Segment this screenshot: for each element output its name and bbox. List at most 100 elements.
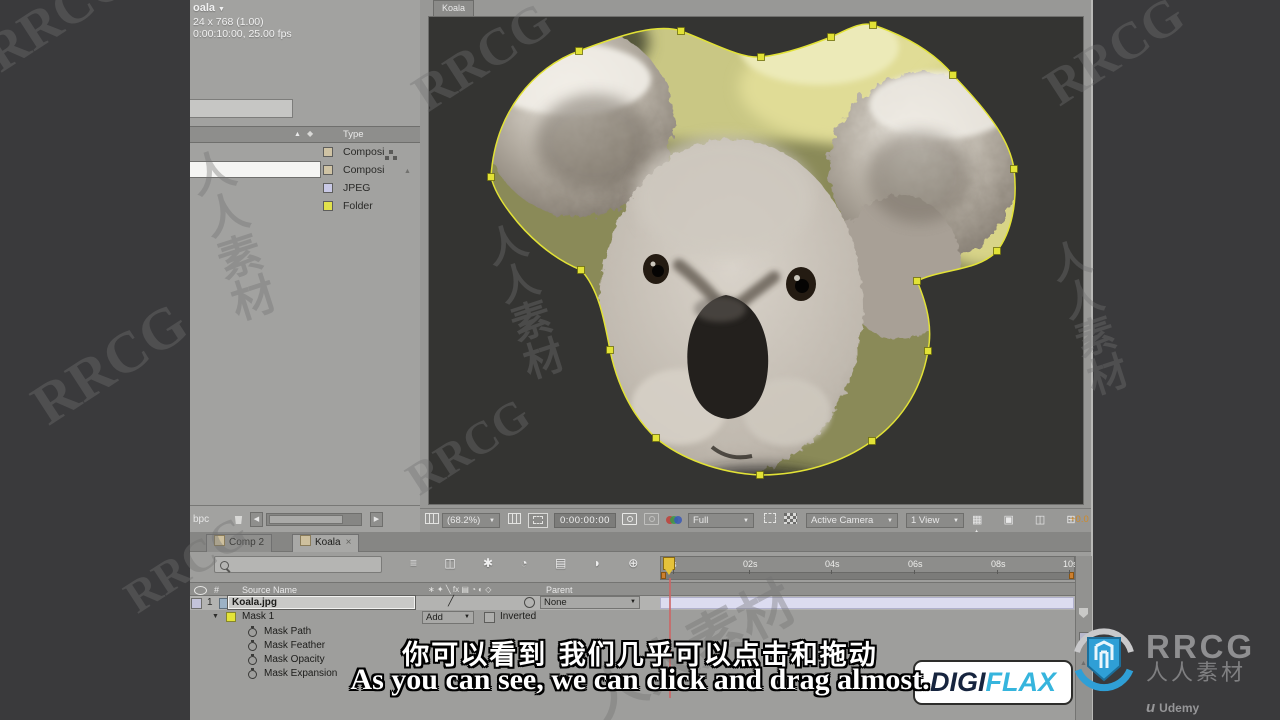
mask-vertex-handle[interactable]: [757, 53, 765, 61]
eye-icon[interactable]: [194, 586, 207, 595]
scroll-right-button[interactable]: ▶: [370, 512, 383, 527]
timeline-tab-koala[interactable]: Koala ×: [292, 534, 360, 552]
source-name-column-header[interactable]: Source Name: [242, 585, 297, 595]
magnification-dropdown[interactable]: (68.2%) ▼: [442, 513, 500, 528]
always-preview-icon[interactable]: [425, 513, 439, 524]
layer-color-swatch[interactable]: [191, 598, 202, 609]
timecode-display[interactable]: 0:00:00:00: [554, 513, 616, 528]
item-type-label: Composi: [343, 146, 385, 158]
work-area-bar[interactable]: [661, 572, 1074, 579]
sort-arrow-icon[interactable]: ▲: [294, 131, 301, 138]
layer-name[interactable]: Koala.jpg: [227, 595, 416, 610]
mask-vertex-handle[interactable]: [949, 71, 957, 79]
project-item-row[interactable]: JPEG: [190, 179, 420, 197]
flowchart-mini-icon[interactable]: [389, 150, 393, 154]
project-footer: bpc ◀ ▶: [190, 505, 420, 533]
parent-pickwhip-icon[interactable]: [524, 597, 535, 608]
transparency-grid-icon[interactable]: [784, 513, 797, 524]
timeline-ruler[interactable]: 0s02s04s06s08s10s: [660, 556, 1078, 580]
mask-vertex-handle[interactable]: [756, 471, 764, 479]
project-list-header[interactable]: ▲ ◆ Type: [190, 126, 420, 143]
grid-guides-icon[interactable]: [508, 513, 521, 524]
timeline-search-input[interactable]: [214, 556, 382, 573]
trash-icon[interactable]: [234, 516, 243, 524]
bpc-label[interactable]: bpc: [193, 514, 209, 525]
project-scroll-up-icon[interactable]: ▲: [404, 168, 411, 175]
index-column-header: #: [214, 585, 220, 595]
composition-icon: [214, 535, 225, 546]
mask-group-row[interactable]: ▼ Mask 1 Add ▼ Inverted: [190, 611, 1075, 625]
mask-visibility-icon[interactable]: [533, 516, 543, 524]
udemy-logo: u Udemy: [1146, 699, 1199, 716]
mask-vertex-handle[interactable]: [677, 27, 685, 35]
chevron-down-icon[interactable]: ▼: [218, 6, 225, 13]
ruler-time-label: 08s: [991, 559, 1006, 569]
mask-vertex-handle[interactable]: [868, 437, 876, 445]
inverted-checkbox[interactable]: [484, 612, 495, 623]
comp-shield-icon[interactable]: [1079, 608, 1088, 618]
project-item-row[interactable]: Composi: [190, 161, 420, 179]
project-item-list: Composi Composi JPEG Folder: [190, 143, 420, 215]
scroll-left-button[interactable]: ◀: [250, 512, 263, 527]
expand-triangle-icon[interactable]: ▼: [212, 613, 219, 620]
screen: oala ▼ 24 x 768 (1.00) 0:00:10:00, 25.00…: [0, 0, 1280, 720]
watermark-text: RRCG: [20, 289, 199, 438]
layer-duration-bar[interactable]: [660, 597, 1074, 609]
label-tag-icon[interactable]: ◆: [307, 129, 313, 138]
show-channel-icon[interactable]: [666, 515, 682, 526]
parent-dropdown[interactable]: None ▼: [540, 596, 640, 609]
timeline-tabstrip: Comp 2 Koala ×: [190, 532, 1091, 552]
composition-icon: [300, 535, 311, 546]
composition-name[interactable]: oala: [193, 2, 215, 14]
quality-switch-icon[interactable]: ╱: [448, 596, 454, 607]
mask-vertex-handle[interactable]: [575, 47, 583, 55]
resolution-dropdown[interactable]: Full ▼: [688, 513, 754, 528]
ruler-tick: [914, 570, 915, 574]
ruler-tick: [673, 570, 674, 574]
type-color-swatch: [323, 201, 333, 211]
selected-item-name-cell[interactable]: [190, 161, 321, 178]
type-color-swatch: [323, 147, 333, 157]
project-item-row[interactable]: Composi: [190, 143, 420, 161]
mask-mode-dropdown[interactable]: Add ▼: [422, 611, 474, 624]
mask-vertex-handle[interactable]: [487, 173, 495, 181]
mask-vertex-handle[interactable]: [606, 346, 614, 354]
mask-vertex-handle[interactable]: [869, 21, 877, 29]
inverted-label: Inverted: [500, 611, 537, 622]
project-hscrollbar-thumb[interactable]: [269, 515, 343, 524]
view-layout-dropdown[interactable]: 1 View ▼: [906, 513, 964, 528]
mask-vertex-handle[interactable]: [577, 266, 585, 274]
timeline-column-header: # Source Name ∗ ✦ ╲ fx ▤ ◔ ◐ ◇ Parent: [190, 582, 1075, 596]
ruler-tick: [1069, 570, 1070, 574]
item-type-label: Composi: [343, 164, 385, 176]
viewer-tab-koala[interactable]: Koala: [433, 0, 475, 16]
mask-vertex-handle[interactable]: [652, 434, 660, 442]
show-snapshot-icon[interactable]: [644, 513, 659, 525]
chevron-down-icon: ▼: [464, 614, 470, 620]
mask-vertex-handle[interactable]: [827, 33, 835, 41]
project-hscrollbar[interactable]: [266, 513, 362, 526]
mask-group-label[interactable]: Mask 1: [242, 611, 274, 622]
composition-canvas[interactable]: [428, 16, 1084, 505]
region-of-interest-icon[interactable]: [764, 513, 776, 523]
layer-index: 1: [207, 597, 213, 608]
playhead-handle[interactable]: [663, 557, 675, 575]
exposure-value[interactable]: +0.0: [1070, 513, 1089, 528]
close-icon[interactable]: ×: [346, 537, 352, 548]
snapshot-camera-icon[interactable]: [622, 513, 637, 525]
koala-composition-image[interactable]: [429, 17, 1083, 504]
udemy-wordmark: Udemy: [1159, 700, 1200, 715]
mask-color-swatch[interactable]: [226, 612, 236, 622]
type-column-header[interactable]: Type: [343, 129, 364, 140]
parent-column-header[interactable]: Parent: [546, 585, 573, 595]
3d-view-dropdown[interactable]: Active Camera ▼: [806, 513, 898, 528]
mask-vertex-handle[interactable]: [1010, 165, 1018, 173]
timeline-tab-comp-2[interactable]: Comp 2: [206, 534, 273, 552]
mask-vertex-handle[interactable]: [993, 247, 1001, 255]
mask-vertex-handle[interactable]: [913, 277, 921, 285]
project-search-input[interactable]: [190, 99, 293, 118]
ruler-time-label: 06s: [908, 559, 923, 569]
ruler-time-label: 04s: [825, 559, 840, 569]
project-item-row[interactable]: Folder: [190, 197, 420, 215]
mask-vertex-handle[interactable]: [924, 347, 932, 355]
